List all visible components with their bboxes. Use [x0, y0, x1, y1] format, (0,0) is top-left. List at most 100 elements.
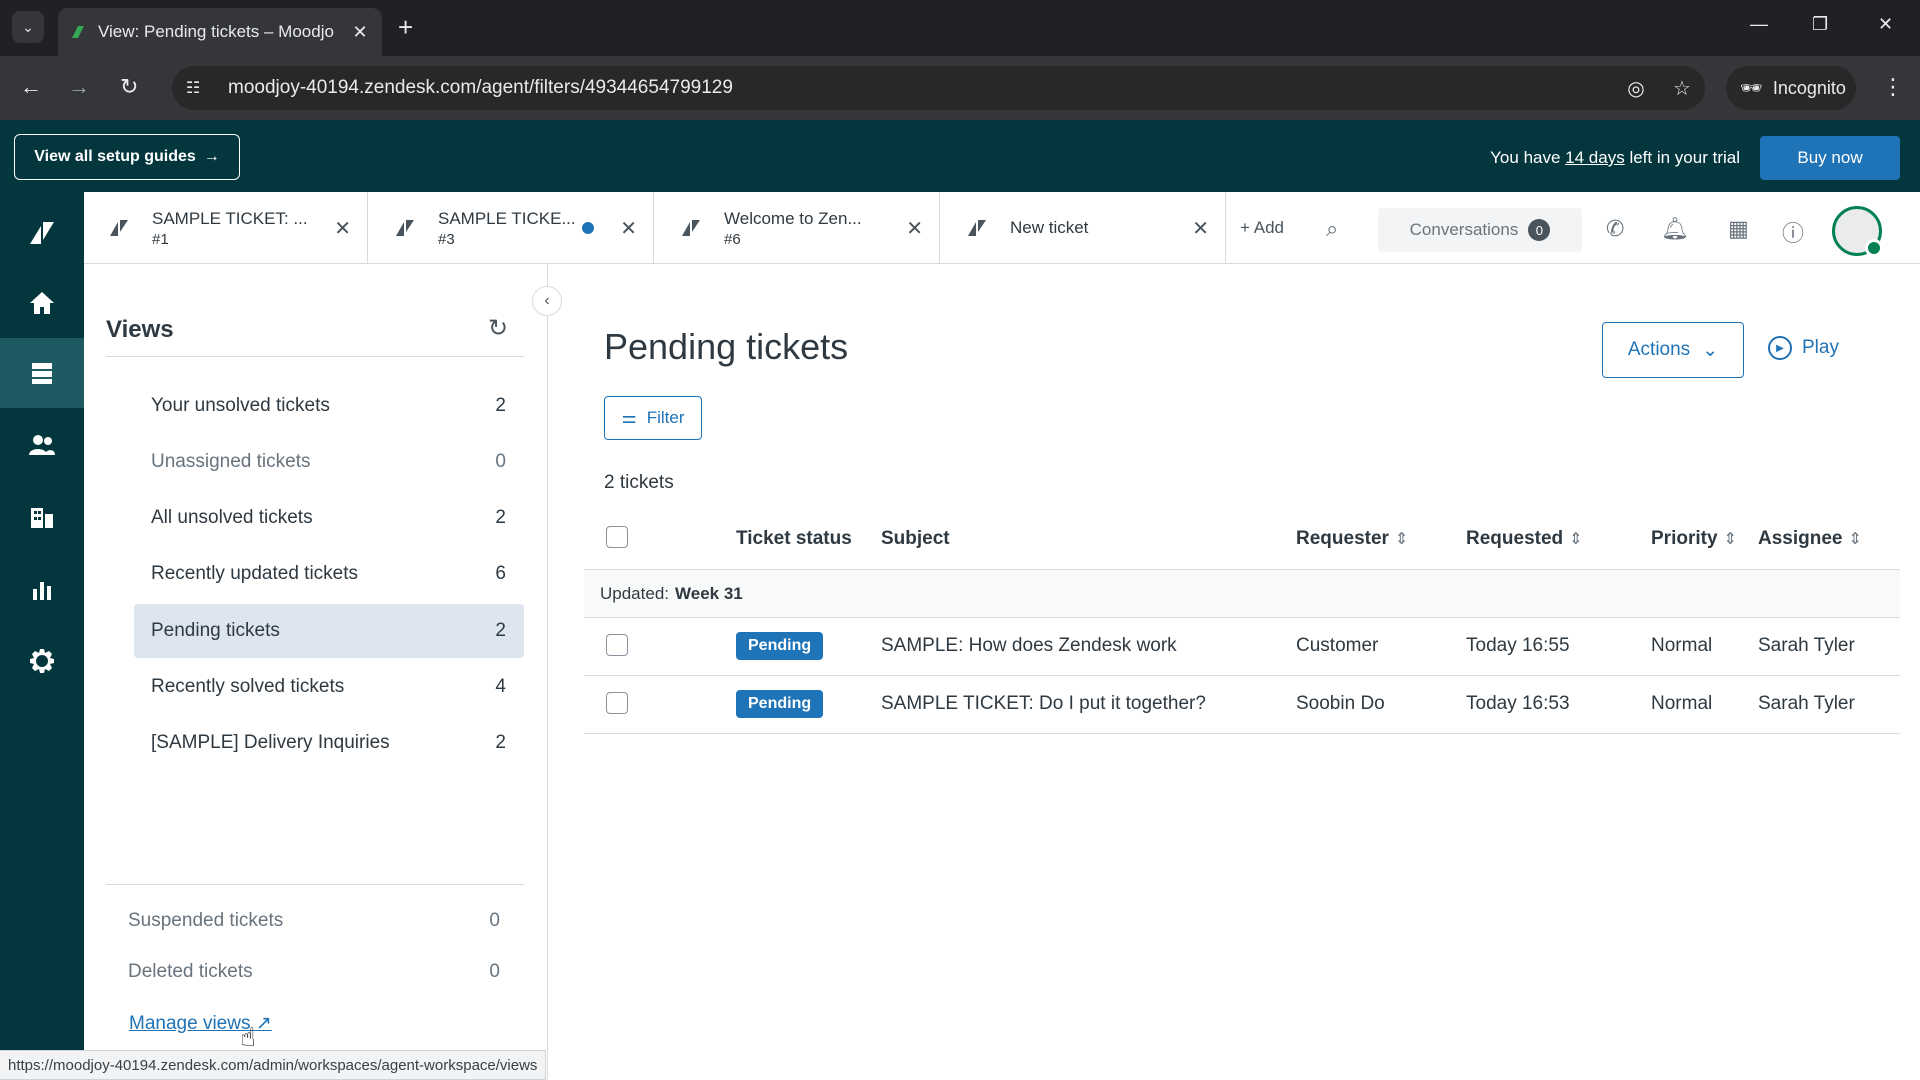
- row-checkbox[interactable]: [606, 692, 628, 714]
- url-text[interactable]: moodjoy-40194.zendesk.com/agent/filters/…: [228, 77, 1613, 99]
- view-count: 2: [495, 395, 506, 416]
- close-tab-icon[interactable]: ✕: [620, 216, 637, 241]
- ticket-requester: Customer: [1296, 635, 1379, 656]
- close-tab-icon[interactable]: ✕: [906, 216, 923, 241]
- close-tab-icon[interactable]: ✕: [1192, 216, 1209, 241]
- bookmark-star-icon[interactable]: ☆: [1659, 76, 1705, 101]
- user-avatar[interactable]: [1832, 206, 1883, 257]
- help-icon[interactable]: ⓘ: [1782, 216, 1804, 248]
- close-tab-icon[interactable]: ✕: [334, 216, 351, 241]
- workspace-tab-3[interactable]: Welcome to Zen... #6 ✕: [664, 192, 940, 264]
- tab-search-chevron-icon[interactable]: ⌄: [12, 11, 44, 43]
- view-item-unassigned[interactable]: Unassigned tickets 0: [134, 435, 524, 489]
- refresh-icon[interactable]: ↻: [488, 314, 508, 343]
- zendesk-logo-icon[interactable]: [0, 198, 84, 268]
- ticket-icon: [396, 220, 414, 236]
- bell-icon[interactable]: 🔔︎: [1661, 216, 1689, 242]
- admin-gear-icon[interactable]: [0, 626, 84, 696]
- address-bar[interactable]: ☷ moodjoy-40194.zendesk.com/agent/filter…: [172, 66, 1705, 110]
- apps-grid-icon[interactable]: ▦: [1728, 216, 1749, 242]
- browser-tab-title: View: Pending tickets – Moodjo: [98, 22, 334, 41]
- column-header-assignee[interactable]: Assignee ⇕: [1758, 528, 1862, 550]
- new-tab-plus-icon[interactable]: +: [398, 14, 413, 40]
- workspace-tab-2[interactable]: SAMPLE TICKE... #3 ✕: [378, 192, 654, 264]
- reporting-icon[interactable]: [0, 554, 84, 624]
- view-item-suspended[interactable]: Suspended tickets 0: [128, 910, 500, 932]
- ticket-subject[interactable]: SAMPLE TICKET: Do I put it together?: [881, 693, 1206, 715]
- select-all-checkbox[interactable]: [606, 526, 628, 548]
- ticket-count: 2 tickets: [604, 472, 674, 493]
- restore-icon[interactable]: ❐: [1812, 14, 1828, 35]
- conversations-label: Conversations: [1409, 220, 1519, 239]
- add-label: Add: [1253, 218, 1284, 237]
- view-item-your-unsolved[interactable]: Your unsolved tickets 2: [134, 379, 524, 433]
- browser-status-url: https://moodjoy-40194.zendesk.com/admin/…: [0, 1050, 547, 1080]
- workspace-tab-1[interactable]: SAMPLE TICKET: ... #1 ✕: [92, 192, 368, 264]
- trial-text-before: You have: [1490, 148, 1561, 167]
- column-label: Requester: [1296, 528, 1389, 549]
- home-icon[interactable]: [0, 268, 84, 338]
- filter-button[interactable]: ⚌ Filter: [604, 396, 702, 440]
- ticket-subject[interactable]: SAMPLE: How does Zendesk work: [881, 635, 1177, 657]
- organizations-icon[interactable]: [0, 482, 84, 552]
- zendesk-favicon-icon: [72, 26, 84, 38]
- workspace-tab-new-ticket[interactable]: New ticket ✕: [950, 192, 1226, 264]
- view-count: 2: [495, 732, 506, 753]
- guides-label: View all setup guides: [34, 148, 196, 165]
- eye-slash-icon[interactable]: ◎: [1613, 76, 1659, 101]
- column-header-status[interactable]: Ticket status: [736, 528, 852, 550]
- trial-message: You have 14 days left in your trial: [1490, 148, 1740, 168]
- minimize-icon[interactable]: —: [1750, 14, 1768, 35]
- incognito-indicator[interactable]: 🕶 Incognito: [1726, 66, 1856, 110]
- customers-icon[interactable]: [0, 410, 84, 480]
- reload-icon[interactable]: ↻: [120, 76, 138, 98]
- row-checkbox[interactable]: [606, 634, 628, 656]
- column-header-requester[interactable]: Requester ⇕: [1296, 528, 1408, 550]
- view-count: 4: [495, 676, 506, 697]
- column-header-requested[interactable]: Requested ⇕: [1466, 528, 1583, 550]
- column-label: Requested: [1466, 528, 1564, 549]
- incognito-icon: 🕶: [1740, 77, 1763, 98]
- close-window-icon[interactable]: ✕: [1878, 14, 1893, 35]
- view-item-delivery-inquiries[interactable]: [SAMPLE] Delivery Inquiries 2: [134, 716, 524, 770]
- view-label: Recently solved tickets: [151, 676, 345, 697]
- search-icon[interactable]: ⌕: [1326, 216, 1338, 242]
- trial-days-link[interactable]: 14 days: [1565, 148, 1625, 167]
- column-label: Ticket status: [736, 528, 852, 549]
- sort-icon: ⇕: [1394, 531, 1409, 548]
- tab-ticket-number: #1: [152, 230, 169, 248]
- view-item-recently-updated[interactable]: Recently updated tickets 6: [134, 547, 524, 601]
- column-header-subject[interactable]: Subject: [881, 528, 950, 550]
- view-setup-guides-button[interactable]: View all setup guides →: [14, 134, 240, 180]
- view-item-all-unsolved[interactable]: All unsolved tickets 2: [134, 491, 524, 545]
- filter-label: Filter: [646, 408, 685, 427]
- view-item-deleted[interactable]: Deleted tickets 0: [128, 961, 500, 983]
- buy-now-button[interactable]: Buy now: [1760, 136, 1900, 180]
- column-header-priority[interactable]: Priority ⇕: [1651, 528, 1737, 550]
- plus-icon: +: [1240, 218, 1250, 237]
- conversations-count: 0: [1528, 219, 1551, 241]
- view-label: Recently updated tickets: [151, 563, 359, 584]
- phone-icon[interactable]: ✆: [1606, 216, 1624, 242]
- conversations-button[interactable]: Conversations 0: [1378, 208, 1582, 252]
- actions-button[interactable]: Actions ⌄: [1602, 322, 1744, 378]
- back-arrow-icon[interactable]: ←: [20, 76, 42, 98]
- add-tab-button[interactable]: + Add: [1240, 218, 1284, 238]
- site-info-icon[interactable]: ☷: [186, 78, 216, 98]
- view-item-pending[interactable]: Pending tickets 2: [134, 604, 524, 658]
- close-tab-icon[interactable]: ✕: [350, 22, 370, 43]
- ticket-icon: [682, 220, 700, 236]
- forward-arrow-icon[interactable]: →: [68, 76, 90, 98]
- browser-tab[interactable]: View: Pending tickets – Moodjo ✕: [58, 8, 382, 56]
- play-button[interactable]: ▶ Play: [1768, 336, 1839, 360]
- collapse-panel-chevron-icon[interactable]: ‹: [532, 286, 562, 316]
- actions-label: Actions: [1627, 339, 1691, 360]
- views-nav-icon[interactable]: [0, 338, 84, 408]
- chevron-down-icon: ⌄: [1702, 339, 1719, 361]
- manage-views-label: Manage views: [129, 1013, 251, 1034]
- browser-menu-icon[interactable]: ⋮: [1882, 74, 1904, 100]
- view-item-recently-solved[interactable]: Recently solved tickets 4: [134, 660, 524, 714]
- column-label: Subject: [881, 528, 950, 549]
- view-label: Unassigned tickets: [151, 451, 311, 472]
- tab-title: New ticket: [1010, 218, 1089, 237]
